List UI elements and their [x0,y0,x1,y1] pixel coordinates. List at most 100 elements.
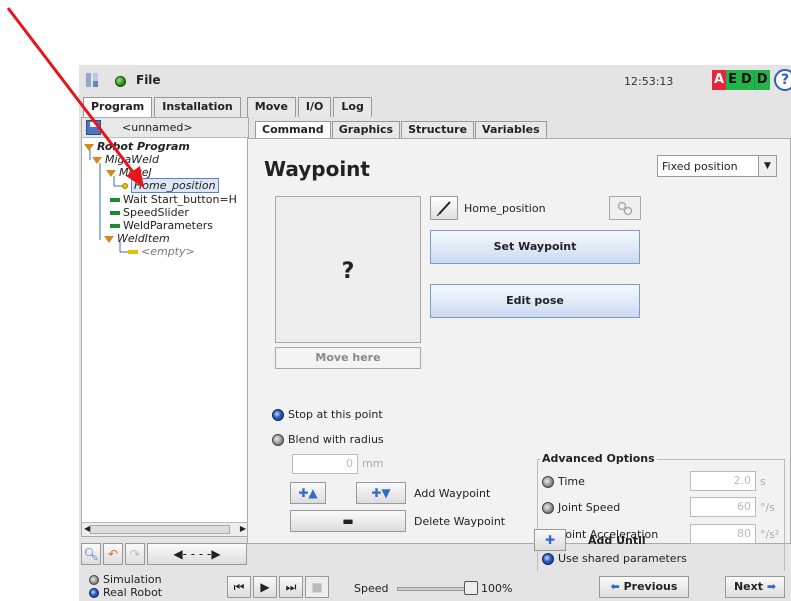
play-button[interactable]: ▶ [253,576,277,598]
radio-unselected-icon [272,434,284,446]
command-tabs: Command Graphics Structure Variables [255,121,548,139]
move-node-button[interactable]: ◀- - - -▶ [147,543,247,565]
tab-variables[interactable]: Variables [475,121,547,139]
option-label: Joint Speed [558,501,621,514]
plus-icon: ✚ [544,533,556,547]
blend-radius-option[interactable]: Blend with radius [272,433,384,446]
tab-command[interactable]: Command [255,121,331,139]
option-label: Time [558,475,585,488]
pencil-icon [436,201,451,217]
edit-pose-button[interactable]: Edit pose [430,284,640,318]
option-label: Stop at this point [288,408,383,421]
add-above-icon: ✚▲ [298,486,318,500]
delete-waypoint-label: Delete Waypoint [414,515,506,528]
bottom-bar: Simulation Real Robot ⏮︎ ▶ ⏭︎ ■ Speed 10… [79,571,791,601]
link-waypoint-button[interactable] [609,196,641,220]
skip-to-start-button[interactable]: ⏮︎ [227,576,251,598]
arrow-right-icon: ➡ [766,580,777,593]
save-icon[interactable] [86,120,101,135]
radio-selected-icon [89,588,99,598]
ur-logo-icon [86,73,98,87]
program-name: <unnamed> [122,121,193,134]
title-bar: File 12:53:13 A E D D ? [79,65,791,97]
redo-button[interactable]: ↷ [125,543,145,565]
scrollbar-thumb[interactable] [90,525,230,534]
step-button[interactable]: ⏭︎ [279,576,303,598]
position-type-select[interactable]: Fixed position ▼ [657,155,777,177]
simulation-option[interactable]: Simulation [89,573,162,586]
status-badge: A E D D [712,70,770,90]
undo-icon: ↶ [107,547,119,561]
shared-parameters-option[interactable]: Use shared parameters [542,552,687,565]
speed-label: Speed [354,582,389,595]
chevron-down-icon: ▼ [758,156,776,176]
joint-speed-unit: °/s [760,501,775,514]
file-menu[interactable]: File [136,73,161,87]
undo-button[interactable]: ↶ [103,543,123,565]
tree-horizontal-scrollbar[interactable]: ◀ ▶ [82,522,248,536]
move-arrows-icon: ◀- - - -▶ [173,547,221,561]
radio-selected-icon [542,553,554,565]
tree-label-selected: Home_position [131,178,219,193]
set-waypoint-button[interactable]: Set Waypoint [430,230,640,264]
add-waypoint-label: Add Waypoint [414,487,491,500]
search-icon: 🔍︎ [83,547,99,561]
previous-button[interactable]: ⬅ Previous [599,576,689,598]
add-until-button[interactable]: ✚ [534,529,566,551]
tab-graphics[interactable]: Graphics [331,121,401,139]
next-button[interactable]: Next ➡ [725,576,785,598]
page-title: Waypoint [264,157,370,181]
status-letter-a: A [712,70,727,90]
tab-structure[interactable]: Structure [401,121,475,139]
rename-waypoint-button[interactable] [430,196,458,220]
tab-program[interactable]: Program [83,97,153,117]
time-option[interactable]: Time [542,475,585,488]
tab-move[interactable]: Move [246,97,296,117]
tree-toolbar: 🔍︎ ↶ ↷ ◀- - - -▶ [81,543,247,565]
add-waypoint-before-button[interactable]: ✚▲ [290,482,326,504]
search-button[interactable]: 🔍︎ [81,543,101,565]
waypoint-name: Home_position [464,202,546,215]
add-waypoint-after-button[interactable]: ✚▼ [356,482,406,504]
delete-waypoint-button[interactable]: ▬ [290,510,406,532]
status-letter-d: D [738,70,754,90]
radio-unselected-icon [542,502,554,514]
tab-installation[interactable]: Installation [154,97,241,117]
joint-speed-option[interactable]: Joint Speed [542,501,620,514]
joint-acceleration-input[interactable]: 80 [690,524,756,544]
waypoint-preview: ? [275,196,421,343]
help-button[interactable]: ? [774,69,791,91]
speed-slider-thumb[interactable] [464,581,478,595]
stop-at-point-option[interactable]: Stop at this point [272,408,383,421]
real-robot-option[interactable]: Real Robot [89,586,162,599]
blend-radius-input[interactable]: 0 [292,454,358,474]
speed-value: 100% [481,582,513,595]
tab-io[interactable]: I/O [297,97,332,117]
status-letter-e: E [726,70,739,90]
position-type-value: Fixed position [662,160,738,173]
time-unit: s [760,475,766,488]
clock: 12:53:13 [624,75,674,88]
tab-log[interactable]: Log [333,97,372,117]
scroll-right-icon[interactable]: ▶ [240,524,246,533]
power-status-icon[interactable] [115,76,126,87]
radio-unselected-icon [542,476,554,488]
option-label: Blend with radius [288,433,384,446]
skip-back-icon: ⏮︎ [233,580,245,594]
main-tabs: Program Installation Move I/O Log [83,97,374,117]
polyscope-window: File 12:53:13 A E D D ? Program Installa… [79,65,791,601]
joint-speed-input[interactable]: 60 [690,497,756,517]
move-here-button[interactable]: Move here [275,347,421,369]
option-label: Use shared parameters [558,552,687,565]
stop-button[interactable]: ■ [305,576,329,598]
time-input[interactable]: 2.0 [690,471,756,491]
run-mode-selector: Simulation Real Robot [89,573,162,599]
link-icon [617,201,633,216]
program-tree-header: <unnamed> [82,118,248,138]
playback-controls: ⏮︎ ▶ ⏭︎ ■ [227,576,329,598]
preview-placeholder: ? [341,259,355,284]
redo-icon: ↷ [129,547,141,561]
button-label: Previous [623,580,678,593]
program-tree-panel: <unnamed> Robot Program MigaWeld MoveJ H… [81,117,249,537]
radio-unselected-icon [89,575,99,585]
